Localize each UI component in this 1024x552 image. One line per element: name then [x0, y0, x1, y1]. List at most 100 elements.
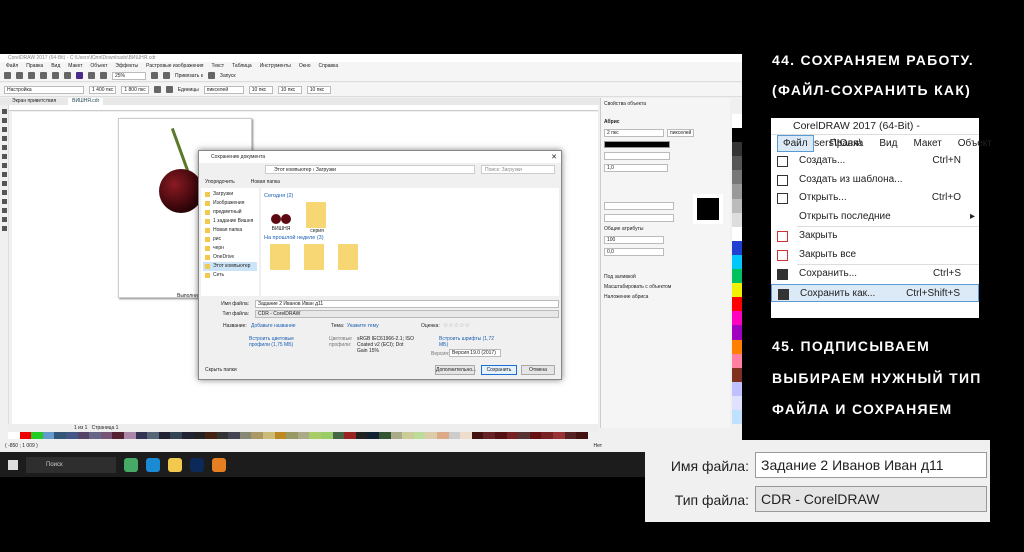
palette-swatch[interactable] [541, 432, 553, 439]
menu-item-close-all[interactable]: Закрыть все [771, 246, 979, 265]
palette-swatch[interactable] [732, 198, 742, 213]
ellipse-tool-icon[interactable] [2, 163, 7, 168]
palette-swatch[interactable] [483, 432, 495, 439]
palette-swatch[interactable] [732, 339, 742, 354]
nav-item[interactable]: предметный [203, 208, 257, 217]
palette-swatch[interactable] [732, 226, 742, 241]
stroke-units[interactable]: пикселей [667, 129, 695, 137]
color-palette-horizontal[interactable] [8, 432, 588, 439]
filename-input[interactable]: Задание 2 Иванов Иван д11 [255, 300, 559, 308]
pick-tool-icon[interactable] [2, 109, 7, 114]
start-arrow[interactable] [604, 202, 674, 210]
save-button[interactable]: Сохранить [481, 365, 517, 375]
color-palette-vertical[interactable] [732, 114, 742, 425]
palette-swatch[interactable] [19, 432, 32, 439]
palette-swatch[interactable] [54, 432, 66, 439]
launch-button[interactable]: Запуск [220, 73, 236, 79]
stroke-width[interactable]: 2 пкс [604, 129, 664, 137]
yandex-browser-icon[interactable] [212, 457, 226, 472]
miter-limit[interactable]: 1,0 [604, 164, 668, 172]
nav-item[interactable]: Сеть [203, 271, 257, 280]
landscape-icon[interactable] [165, 86, 173, 93]
palette-swatch[interactable] [732, 297, 742, 312]
palette-swatch[interactable] [31, 432, 43, 439]
nudge-field[interactable]: 10 пкс [248, 85, 273, 94]
fullscreen-icon[interactable] [151, 72, 158, 79]
palette-swatch[interactable] [112, 432, 124, 439]
edge-icon[interactable] [146, 457, 160, 472]
palette-swatch[interactable] [576, 432, 588, 439]
line-tool-icon[interactable] [2, 190, 7, 195]
save-icon[interactable] [28, 72, 35, 79]
folder-item[interactable] [304, 244, 324, 270]
filetype-select[interactable]: CDR - CorelDRAW [255, 310, 559, 318]
menu-layout[interactable]: Макет [68, 62, 82, 70]
folder-item[interactable]: серия [306, 202, 328, 234]
corel-connect-icon[interactable] [76, 72, 83, 79]
palette-swatch[interactable] [448, 432, 461, 439]
cherry-image[interactable] [159, 169, 203, 213]
menu-view[interactable]: Вид [51, 62, 60, 70]
palette-swatch[interactable] [216, 432, 229, 439]
menu-text[interactable]: Текст [212, 62, 225, 70]
palette-swatch[interactable] [205, 432, 217, 439]
theme-link[interactable]: Укажите тему [347, 323, 379, 329]
nav-item[interactable]: черн [203, 244, 257, 253]
taskbar-search[interactable]: Поиск [26, 456, 116, 473]
palette-swatch[interactable] [732, 114, 742, 129]
shape-tool-icon[interactable] [2, 118, 7, 123]
palette-swatch[interactable] [170, 432, 182, 439]
palette-swatch[interactable] [732, 240, 742, 255]
palette-swatch[interactable] [460, 432, 472, 439]
menu-window[interactable]: Окно [299, 62, 311, 70]
fill-tool-icon[interactable] [2, 226, 7, 231]
redo-icon[interactable] [64, 72, 71, 79]
stretch-field[interactable]: 100 [604, 236, 664, 244]
menu-inset-file[interactable]: Файл [777, 135, 814, 152]
palette-swatch[interactable] [732, 156, 742, 171]
palette-swatch[interactable] [529, 432, 542, 439]
nav-item[interactable]: рис [203, 235, 257, 244]
palette-swatch[interactable] [564, 432, 577, 439]
palette-swatch[interactable] [471, 432, 484, 439]
nav-item[interactable]: Изображения [203, 199, 257, 208]
palette-swatch[interactable] [732, 395, 742, 410]
polygon-tool-icon[interactable] [2, 172, 7, 177]
palette-swatch[interactable] [436, 432, 449, 439]
menu-edit[interactable]: Правка [26, 62, 43, 70]
menu-inset-layout[interactable]: Макет [913, 135, 941, 152]
palette-swatch[interactable] [77, 432, 90, 439]
palette-swatch[interactable] [42, 432, 55, 439]
cancel-button[interactable]: Отмена [521, 365, 555, 375]
freehand-tool-icon[interactable] [2, 145, 7, 150]
units-dropdown[interactable]: пикселей [203, 85, 244, 94]
menu-item-save-as[interactable]: Сохранить как... Ctrl+Shift+S [771, 283, 979, 302]
palette-swatch[interactable] [425, 432, 437, 439]
menu-item-open[interactable]: Открыть... Ctrl+O [771, 189, 979, 208]
portrait-icon[interactable] [153, 86, 161, 93]
dup-x-field[interactable]: 10 пкс [277, 85, 302, 94]
export-icon[interactable] [100, 72, 107, 79]
menu-item-save[interactable]: Сохранить... Ctrl+S [771, 265, 979, 284]
dup-y-field[interactable]: 10 пкс [306, 85, 331, 94]
palette-swatch[interactable] [732, 353, 742, 368]
organize-button[interactable]: Упорядочить [205, 177, 235, 187]
palette-swatch[interactable] [390, 432, 403, 439]
palette-swatch[interactable] [494, 432, 507, 439]
palette-swatch[interactable] [239, 432, 252, 439]
palette-swatch[interactable] [100, 432, 113, 439]
palette-swatch[interactable] [732, 212, 742, 227]
address-bar[interactable]: Этот компьютер › Загрузки [265, 165, 475, 174]
palette-swatch[interactable] [518, 432, 530, 439]
palette-swatch[interactable] [355, 432, 368, 439]
palette-swatch[interactable] [402, 432, 414, 439]
palette-swatch[interactable] [732, 367, 742, 382]
breadcrumb-computer[interactable]: Этот компьютер [274, 167, 311, 173]
palette-swatch[interactable] [321, 432, 333, 439]
search-input[interactable]: Поиск: Загрузки [481, 165, 555, 174]
inset-name-input[interactable]: Задание 2 Иванов Иван д11 [755, 452, 987, 478]
breadcrumb-downloads[interactable]: Загрузки [316, 167, 336, 173]
palette-swatch[interactable] [181, 432, 194, 439]
menu-tools[interactable]: Инструменты [260, 62, 291, 70]
palette-swatch[interactable] [732, 325, 742, 340]
